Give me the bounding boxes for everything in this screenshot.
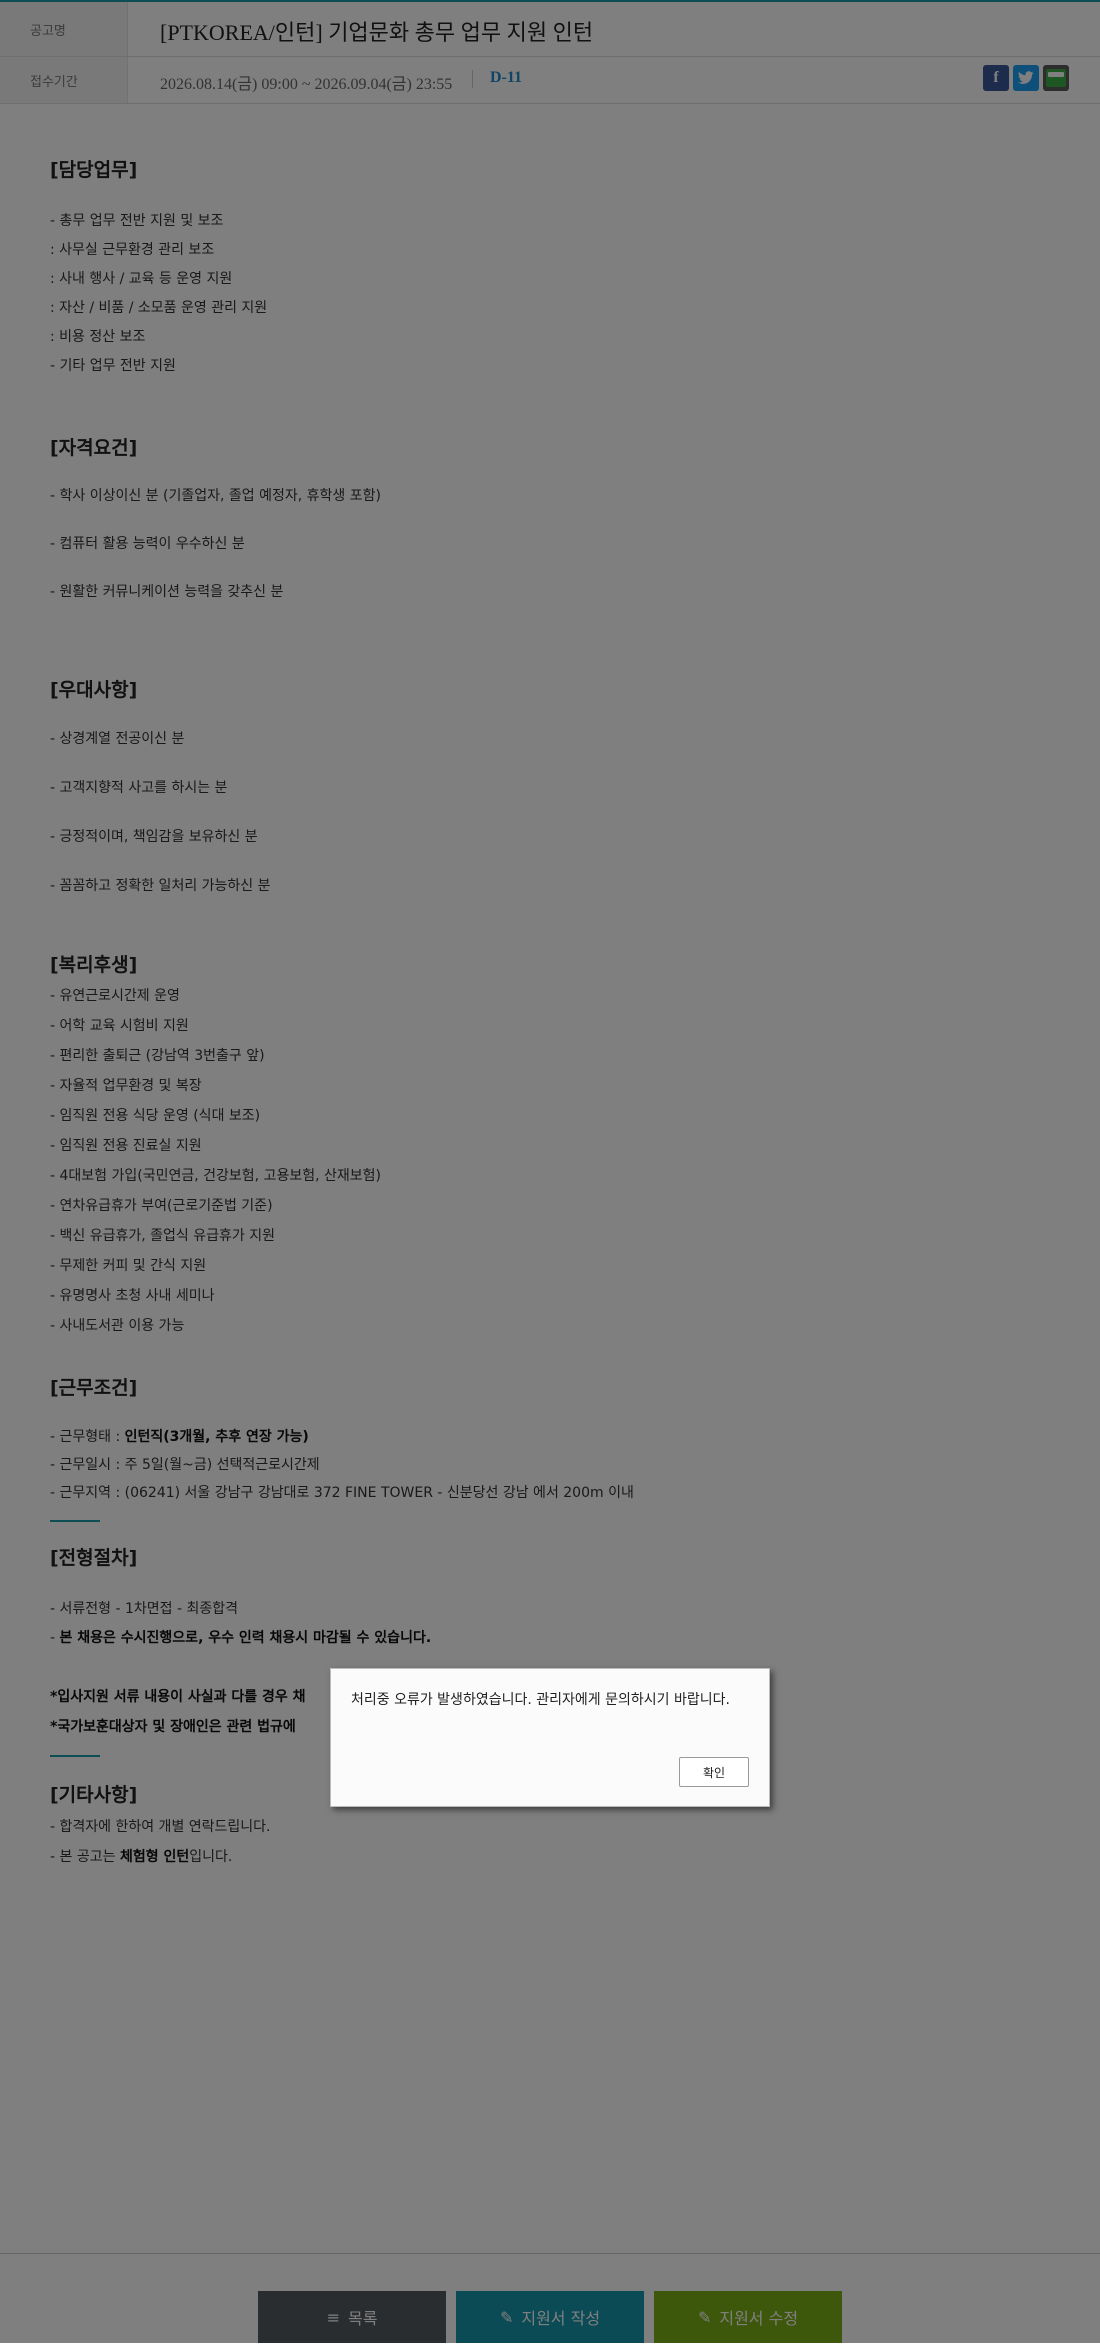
confirm-button[interactable]: 확인 [679, 1757, 749, 1787]
modal-overlay[interactable] [0, 0, 1100, 2343]
error-message: 처리중 오류가 발생하였습니다. 관리자에게 문의하시기 바랍니다. [351, 1692, 730, 1708]
error-dialog: 처리중 오류가 발생하였습니다. 관리자에게 문의하시기 바랍니다. 확인 [330, 1668, 770, 1807]
